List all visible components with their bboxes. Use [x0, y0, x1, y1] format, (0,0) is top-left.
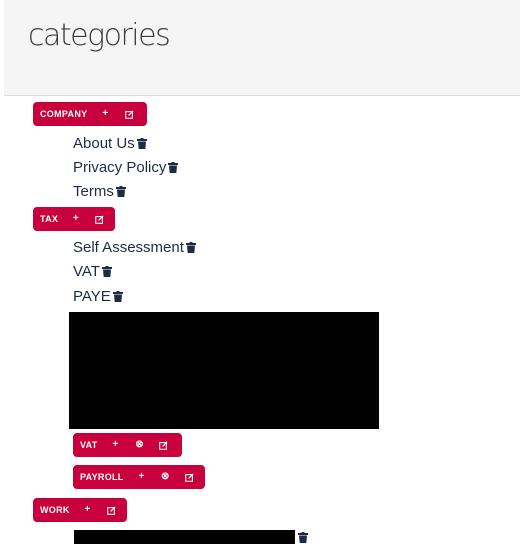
edit-icon[interactable]	[121, 106, 137, 122]
trash-icon[interactable]	[168, 161, 179, 173]
trash-icon[interactable]	[115, 185, 126, 197]
category-label: WORK	[40, 505, 70, 515]
page-title: categories	[28, 18, 171, 53]
edit-icon[interactable]	[181, 469, 197, 485]
edit-icon[interactable]	[92, 211, 107, 227]
category-label: COMPANY	[40, 109, 88, 119]
item-link[interactable]: PAYE	[73, 288, 111, 305]
category-tax: TAX +	[33, 207, 115, 231]
page-header: categories	[4, 0, 520, 96]
edit-icon[interactable]	[156, 437, 172, 453]
item-link[interactable]: VAT	[73, 263, 100, 280]
category-work: WORK +	[33, 498, 127, 522]
item-link[interactable]: Privacy Policy	[73, 159, 166, 176]
category-label: VAT	[80, 440, 98, 450]
edit-icon[interactable]	[103, 502, 119, 518]
plus-icon[interactable]: +	[134, 469, 150, 485]
category-label: TAX	[40, 214, 59, 224]
subcategory-payroll: PAYROLL + ⊗	[73, 465, 205, 489]
plus-icon[interactable]: +	[68, 211, 83, 227]
remove-circle-icon[interactable]: ⊗	[132, 437, 148, 453]
list-item: VAT	[73, 261, 112, 281]
category-company: COMPANY +	[33, 102, 147, 126]
trash-icon[interactable]	[136, 137, 147, 149]
trash-icon[interactable]	[101, 265, 112, 277]
list-item: Terms	[73, 181, 126, 201]
plus-icon[interactable]: +	[108, 437, 124, 453]
plus-icon[interactable]: +	[97, 106, 113, 122]
subcategory-vat: VAT + ⊗	[73, 433, 182, 457]
remove-circle-icon[interactable]: ⊗	[157, 469, 173, 485]
item-link[interactable]: About Us	[73, 135, 135, 152]
trash-icon[interactable]	[298, 532, 308, 543]
item-link[interactable]: Terms	[73, 183, 114, 200]
list-item: PAYE	[73, 286, 123, 306]
list-item: Privacy Policy	[73, 157, 179, 177]
list-item: About Us	[73, 133, 147, 153]
redacted-item	[74, 530, 295, 544]
item-link[interactable]: Self Assessment	[73, 239, 184, 256]
trash-icon[interactable]	[185, 241, 196, 253]
redacted-block	[69, 312, 379, 429]
plus-icon[interactable]: +	[80, 502, 96, 518]
category-label: PAYROLL	[80, 472, 124, 482]
trash-icon[interactable]	[112, 290, 123, 302]
list-item: Self Assessment	[73, 237, 196, 257]
